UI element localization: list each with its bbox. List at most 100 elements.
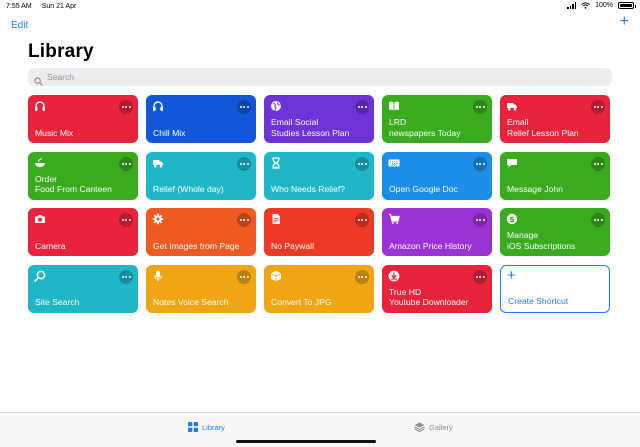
- shortcut-title: Email Relief Lesson Plan: [507, 117, 579, 138]
- camera-icon: [34, 213, 46, 225]
- more-options-icon[interactable]: [473, 213, 487, 227]
- shortcut-title: Get Images from Page: [153, 240, 240, 251]
- cube-icon: [270, 270, 282, 282]
- shortcut-card[interactable]: No Paywall: [264, 208, 374, 256]
- shortcut-card[interactable]: True HD Youtube Downloader: [382, 264, 492, 313]
- more-options-icon[interactable]: [355, 269, 369, 284]
- status-date: Sun 21 Apr: [41, 3, 77, 10]
- shortcut-title: Convert To JPG: [271, 297, 332, 307]
- more-options-icon[interactable]: [237, 156, 251, 171]
- battery-percentage: 100%: [595, 2, 613, 9]
- more-options-icon[interactable]: [119, 156, 133, 171]
- shortcut-title: Camera: [35, 240, 66, 251]
- shortcut-title: Chill Mix: [153, 127, 186, 138]
- status-time: 7:55 AM: [6, 3, 32, 10]
- shortcut-card[interactable]: Notes Voice Search: [146, 264, 256, 313]
- shortcut-title: No Paywall: [271, 240, 314, 251]
- headphones-icon: [152, 100, 164, 112]
- chat-icon: [506, 157, 518, 169]
- shortcut-card[interactable]: Get Images from Page: [146, 208, 256, 256]
- book-icon: [388, 100, 400, 112]
- create-shortcut-button[interactable]: + Create Shortcut: [500, 264, 610, 313]
- status-left: 7:55 AM Sun 21 Apr: [6, 3, 76, 10]
- tab-gallery-label: Gallery: [429, 422, 453, 432]
- shortcut-card[interactable]: Chill Mix: [146, 95, 256, 143]
- signal-icon: [567, 2, 577, 9]
- shortcut-title: Relief (Whole day): [153, 184, 224, 194]
- shortcut-card[interactable]: Message John: [500, 151, 610, 200]
- hourglass-icon: [270, 156, 282, 169]
- truck-icon: [152, 157, 164, 169]
- globe-icon: [270, 100, 282, 112]
- search-field[interactable]: Search: [28, 68, 612, 86]
- wifi-icon: [581, 2, 590, 9]
- shortcut-card[interactable]: Site Search: [28, 264, 138, 313]
- layers-icon: [414, 422, 425, 432]
- microphone-icon: [152, 270, 164, 282]
- more-options-icon[interactable]: [119, 213, 133, 227]
- shortcut-card[interactable]: Who Needs Relief?: [264, 151, 374, 200]
- create-shortcut-label: Create Shortcut: [508, 296, 569, 306]
- tab-library-label: Library: [202, 422, 225, 432]
- search-icon: [34, 270, 46, 282]
- add-shortcut-button[interactable]: +: [620, 14, 629, 30]
- shortcut-card[interactable]: Relief (Whole day): [146, 151, 256, 200]
- shortcut-card[interactable]: Email Social Studies Lesson Plan: [264, 95, 374, 143]
- search-icon: [34, 73, 43, 86]
- shortcut-grid: Music Mix Chill Mix Email Social Studies L…: [28, 95, 610, 313]
- shortcut-title: LRD newspapers Today: [389, 117, 461, 138]
- shortcut-card[interactable]: Open Google Doc: [382, 151, 492, 200]
- shortcut-title: Notes Voice Search: [153, 297, 229, 307]
- more-options-icon[interactable]: [591, 156, 605, 171]
- more-options-icon[interactable]: [473, 100, 487, 114]
- cart-icon: [388, 213, 400, 225]
- plus-icon: +: [507, 266, 516, 284]
- gear-icon: [152, 213, 164, 225]
- headphones-icon: [34, 100, 46, 112]
- download-icon: [388, 270, 400, 282]
- home-indicator: [236, 440, 376, 443]
- shortcut-title: Order Food From Canteen: [35, 173, 112, 195]
- more-options-icon[interactable]: [355, 213, 369, 227]
- shortcut-title: True HD Youtube Downloader: [389, 286, 469, 308]
- edit-button[interactable]: Edit: [11, 20, 28, 31]
- battery-icon: [618, 2, 636, 9]
- shortcut-card[interactable]: Amazon Price History: [382, 208, 492, 256]
- search-placeholder: Search: [47, 72, 74, 82]
- shortcut-title: Site Search: [35, 297, 80, 307]
- shortcut-card[interactable]: Camera: [28, 208, 138, 256]
- more-options-icon[interactable]: [237, 100, 251, 114]
- shortcut-title: Message John: [507, 184, 563, 194]
- tab-gallery[interactable]: Gallery: [414, 422, 453, 432]
- document-icon: [270, 213, 282, 225]
- more-options-icon[interactable]: [473, 156, 487, 171]
- status-bar: 7:55 AM Sun 21 Apr 100%: [0, 0, 640, 14]
- more-options-icon[interactable]: [119, 269, 133, 284]
- tab-library[interactable]: Library: [188, 422, 225, 432]
- battery-level: [620, 4, 632, 7]
- shortcut-title: Amazon Price History: [389, 240, 472, 251]
- shortcut-card[interactable]: Convert To JPG: [264, 264, 374, 313]
- more-options-icon[interactable]: [237, 213, 251, 227]
- status-right: 100%: [567, 2, 636, 9]
- more-options-icon[interactable]: [119, 100, 133, 114]
- more-options-icon[interactable]: [237, 269, 251, 284]
- shortcut-card[interactable]: Email Relief Lesson Plan: [500, 95, 610, 143]
- truck-icon: [506, 100, 518, 112]
- more-options-icon[interactable]: [355, 100, 369, 114]
- more-options-icon[interactable]: [591, 213, 605, 227]
- shortcut-card[interactable]: Music Mix: [28, 95, 138, 143]
- more-options-icon[interactable]: [473, 269, 487, 284]
- grid-icon: [188, 422, 198, 432]
- keyboard-icon: [388, 157, 400, 169]
- more-options-icon[interactable]: [355, 156, 369, 171]
- food-icon: [34, 157, 46, 169]
- dollar-icon: $: [506, 213, 518, 225]
- page-title: Library: [28, 41, 94, 62]
- more-options-icon[interactable]: [591, 100, 605, 114]
- svg-text:$: $: [509, 215, 515, 224]
- shortcut-title: Email Social Studies Lesson Plan: [271, 117, 350, 138]
- shortcut-card[interactable]: LRD newspapers Today: [382, 95, 492, 143]
- shortcut-card[interactable]: $ Manage iOS Subscriptions: [500, 208, 610, 256]
- shortcut-card[interactable]: Order Food From Canteen: [28, 151, 138, 200]
